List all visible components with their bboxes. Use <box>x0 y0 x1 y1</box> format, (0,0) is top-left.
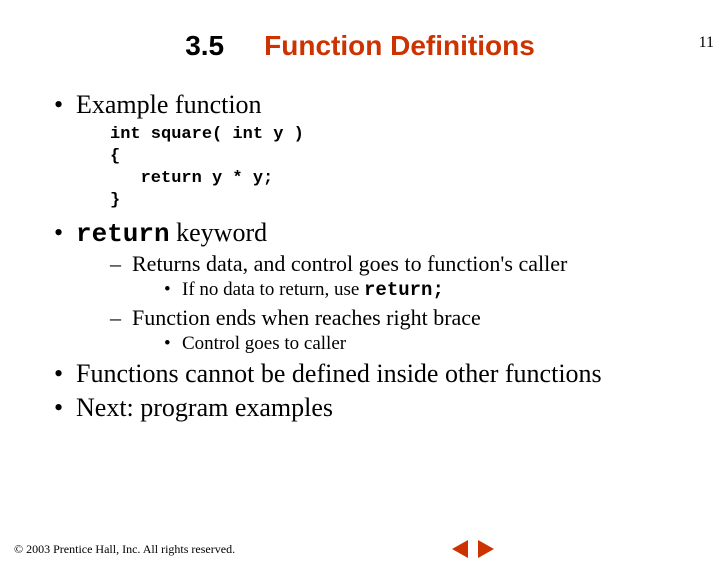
bullet-text: Example function <box>76 90 262 119</box>
arrow-right-icon <box>478 540 494 558</box>
subsubbullet-no-data: If no data to return, use return; <box>164 279 680 301</box>
copyright-text: © 2003 Prentice Hall, Inc. All rights re… <box>14 542 235 557</box>
keyword-return: return <box>76 219 170 249</box>
bullet-text: keyword <box>170 218 267 247</box>
slide-content: Example function int square( int y ) { r… <box>0 90 720 423</box>
bullet-return-keyword: return keyword Returns data, and control… <box>54 218 680 355</box>
section-number: 3.5 <box>185 30 224 62</box>
bullet-text: Next: program examples <box>76 393 333 422</box>
next-button[interactable] <box>476 540 496 558</box>
section-title: Function Definitions <box>264 30 535 62</box>
bullet-text: Functions cannot be defined inside other… <box>76 359 602 388</box>
code-block: int square( int y ) { return y * y; } <box>110 124 680 212</box>
subsubbullet-control-caller: Control goes to caller <box>164 333 680 355</box>
subbullet-function-ends: Function ends when reaches right brace C… <box>110 305 680 355</box>
bullet-no-nested-functions: Functions cannot be defined inside other… <box>54 359 680 389</box>
footer: © 2003 Prentice Hall, Inc. All rights re… <box>14 540 706 558</box>
bullet-text: Control goes to caller <box>182 333 346 354</box>
bullet-example-function: Example function int square( int y ) { r… <box>54 90 680 212</box>
arrow-left-icon <box>452 540 468 558</box>
subbullet-returns-data: Returns data, and control goes to functi… <box>110 251 680 301</box>
bullet-text: If no data to return, use <box>182 279 364 300</box>
bullet-text: Function ends when reaches right brace <box>132 305 481 330</box>
code-inline-return: return; <box>364 279 444 301</box>
bullet-next: Next: program examples <box>54 393 680 423</box>
page-number: 11 <box>699 34 714 52</box>
bullet-text: Returns data, and control goes to functi… <box>132 251 567 276</box>
slide-title-row: 3.5 Function Definitions <box>0 30 720 62</box>
prev-button[interactable] <box>450 540 470 558</box>
nav-arrows <box>450 540 496 558</box>
